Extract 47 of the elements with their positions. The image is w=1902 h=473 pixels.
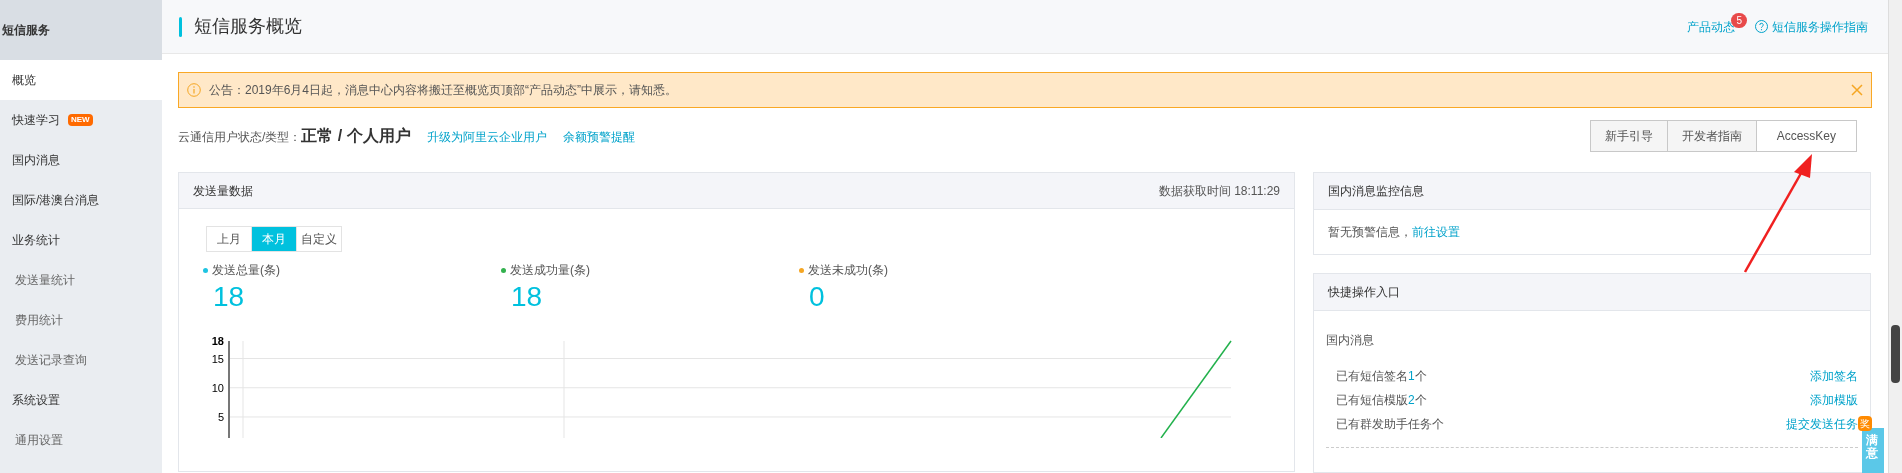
section-title: 国内消息 bbox=[1326, 332, 1375, 349]
status-label: 云通信用户状态/类型：正常 / 个人用户 bbox=[178, 126, 411, 146]
y-axis-label: 18 bbox=[211, 335, 224, 347]
quick-action-link[interactable]: 添加模版 bbox=[1810, 391, 1858, 409]
sidebar-item[interactable]: 发送记录查询 bbox=[0, 340, 162, 380]
action-button[interactable]: 新手引导 bbox=[1589, 120, 1668, 152]
stat-value: 18 bbox=[212, 280, 246, 314]
sidebar-item[interactable]: 概览 bbox=[0, 60, 162, 100]
sidebar-item[interactable]: 通用设置 bbox=[0, 420, 162, 460]
sidebar-item[interactable]: 发送量统计 bbox=[0, 260, 162, 300]
sidebar-item[interactable]: 快速学习 NEW bbox=[0, 100, 162, 140]
panel-title: 发送量数据 bbox=[193, 182, 253, 200]
stat-label: 发送总量(条) bbox=[212, 262, 280, 279]
period-tab[interactable]: 上月 bbox=[206, 226, 252, 252]
notice-text: 公告：2019年6月4日起，消息中心内容将搬迁至概览页顶部“产品动态”中展示，请知悉。 bbox=[209, 82, 679, 99]
stat-value: 0 bbox=[808, 280, 826, 314]
new-badge: NEW bbox=[68, 114, 93, 126]
quick-row-text: 已有短信模版2个 bbox=[1336, 392, 1427, 409]
sidebar-item[interactable]: 费用统计 bbox=[0, 300, 162, 340]
quick-row-text: 已有群发助手任务个 bbox=[1336, 416, 1444, 433]
sidebar-item[interactable]: 国际/港澳台消息 bbox=[0, 180, 162, 220]
sidebar-item[interactable]: 业务统计 bbox=[0, 220, 162, 260]
sidebar-item[interactable]: 国内消息 bbox=[0, 140, 162, 180]
action-button[interactable]: 开发者指南 bbox=[1666, 120, 1757, 152]
status-link[interactable]: 升级为阿里云企业用户 bbox=[426, 128, 547, 146]
action-button[interactable]: AccessKey bbox=[1755, 120, 1857, 152]
quick-row-text: 已有短信签名 1个 bbox=[1336, 368, 1427, 385]
period-tab[interactable]: 自定义 bbox=[296, 226, 342, 252]
quick-action-link[interactable]: 提交发送任务 bbox=[1786, 415, 1858, 433]
sidebar-item[interactable]: 系统设置 bbox=[0, 380, 162, 420]
panel-title: 快捷操作入口 bbox=[1328, 284, 1400, 301]
quick-action-link[interactable]: 添加签名 bbox=[1810, 367, 1858, 385]
stat-value: 18 bbox=[510, 280, 544, 314]
header-link[interactable]: 短信服务操作指南 bbox=[1772, 17, 1868, 36]
stat-label: 发送成功量(条) bbox=[510, 262, 590, 279]
panel-title: 国内消息监控信息 bbox=[1328, 183, 1424, 200]
sidebar-title: 短信服务 bbox=[2, 22, 50, 39]
reward-badge: 奖 bbox=[1858, 416, 1872, 431]
stat-label: 发送未成功(条) bbox=[808, 262, 888, 279]
status-link[interactable]: 余额预警提醒 bbox=[562, 128, 635, 146]
settings-link[interactable]: 前往设置 bbox=[1412, 223, 1460, 241]
y-axis-label: 5 bbox=[217, 410, 224, 423]
monitor-text: 暂无预警信息， bbox=[1328, 224, 1412, 241]
page-title: 短信服务概览 bbox=[194, 15, 302, 38]
y-axis-label: 15 bbox=[211, 352, 224, 365]
y-axis-label: 10 bbox=[211, 381, 224, 394]
data-time: 数据获取时间 18:11:29 bbox=[1158, 182, 1280, 200]
